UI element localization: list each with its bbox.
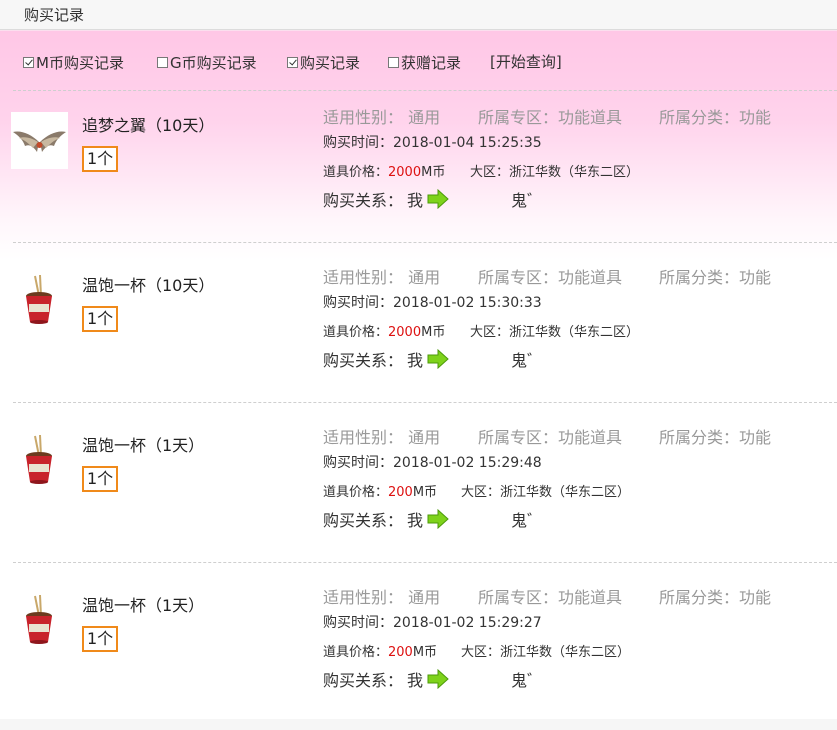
category-field: 所属分类：功能 [659,108,772,127]
recipient-name: 鬼゛ [511,671,544,690]
filter-purchase[interactable]: 购买记录 [287,50,360,74]
quantity-badge: 1个 [82,306,119,332]
region-field: 大区：浙江华数（华东二区） [461,485,631,500]
item-price: 道具价格：2000M币 [323,165,446,180]
zone-field: 所属专区：功能道具 [478,428,623,447]
filter-gift-checkbox[interactable] [388,56,399,68]
purchase-record: 温饱一杯（1天） 1个 适用性别： 通用 所属专区：功能道具 所属分类：功能 购… [0,410,837,570]
filter-g-coin[interactable]: G币购买记录 [157,50,257,74]
purchase-record: 温饱一杯（10天） 1个 适用性别： 通用 所属专区：功能道具 所属分类：功能 … [0,250,837,410]
start-query-link[interactable]: [开始查询] [490,50,562,74]
category-field: 所属分类：功能 [659,588,772,607]
gender-field: 适用性别： 通用 [323,428,441,447]
filter-bar: M币购买记录 G币购买记录 购买记录 获赠记录 [开始查询] [0,50,837,74]
zone-field: 所属专区：功能道具 [478,108,623,127]
filter-m-coin[interactable]: M币购买记录 [23,50,124,74]
purchase-time: 购买时间：2018-01-02 15:30:33 [323,295,542,311]
item-name: 追梦之翼（10天） [82,116,215,135]
purchase-time: 购买时间：2018-01-02 15:29:27 [323,615,542,631]
noodle-cup-icon [11,432,68,489]
purchase-time: 购买时间：2018-01-02 15:29:48 [323,455,542,471]
category-field: 所属分类：功能 [659,268,772,287]
purchase-record: 温饱一杯（1天） 1个 适用性别： 通用 所属专区：功能道具 所属分类：功能 购… [0,570,837,730]
item-name: 温饱一杯（10天） [82,276,215,295]
purchase-relation: 购买关系： 我 [323,347,449,371]
noodle-cup-icon [11,272,68,329]
purchase-time: 购买时间：2018-01-04 15:25:35 [323,135,542,151]
item-price: 道具价格：2000M币 [323,325,446,340]
filter-g-coin-checkbox[interactable] [157,56,168,68]
wings-icon [11,112,68,169]
gender-field: 适用性别： 通用 [323,108,441,127]
filter-m-coin-checkbox[interactable] [23,56,34,68]
recipient-name: 鬼゛ [511,351,544,370]
quantity-badge: 1个 [82,626,119,652]
quantity-badge: 1个 [82,146,119,172]
filter-purchase-label: 购买记录 [300,53,361,72]
zone-field: 所属专区：功能道具 [478,588,623,607]
category-field: 所属分类：功能 [659,428,772,447]
filter-gift-label: 获赠记录 [401,53,462,72]
item-name: 温饱一杯（1天） [82,596,205,615]
arrow-right-icon [427,189,449,209]
item-name: 温饱一杯（1天） [82,436,205,455]
filter-m-coin-label: M币购买记录 [36,53,124,72]
purchase-relation: 购买关系： 我 [323,507,449,531]
gender-field: 适用性别： 通用 [323,588,441,607]
noodle-cup-icon [11,592,68,649]
region-field: 大区：浙江华数（华东二区） [470,165,640,180]
filter-gift[interactable]: 获赠记录 [388,50,461,74]
title-bar: 购买记录 [0,0,837,30]
quantity-badge: 1个 [82,466,119,492]
page-title: 购买记录 [24,6,85,24]
purchase-relation: 购买关系： 我 [323,187,449,211]
filter-purchase-checkbox[interactable] [287,56,298,68]
item-price: 道具价格：200M币 [323,645,438,660]
arrow-right-icon [427,509,449,529]
arrow-right-icon [427,669,449,689]
filter-g-coin-label: G币购买记录 [170,53,257,72]
region-field: 大区：浙江华数（华东二区） [470,325,640,340]
purchase-record: 追梦之翼（10天） 1个 适用性别： 通用 所属专区：功能道具 所属分类：功能 … [0,90,837,250]
recipient-name: 鬼゛ [511,511,544,530]
region-field: 大区：浙江华数（华东二区） [461,645,631,660]
purchase-relation: 购买关系： 我 [323,667,449,691]
zone-field: 所属专区：功能道具 [478,268,623,287]
item-price: 道具价格：200M币 [323,485,438,500]
gender-field: 适用性别： 通用 [323,268,441,287]
recipient-name: 鬼゛ [511,191,544,210]
arrow-right-icon [427,349,449,369]
